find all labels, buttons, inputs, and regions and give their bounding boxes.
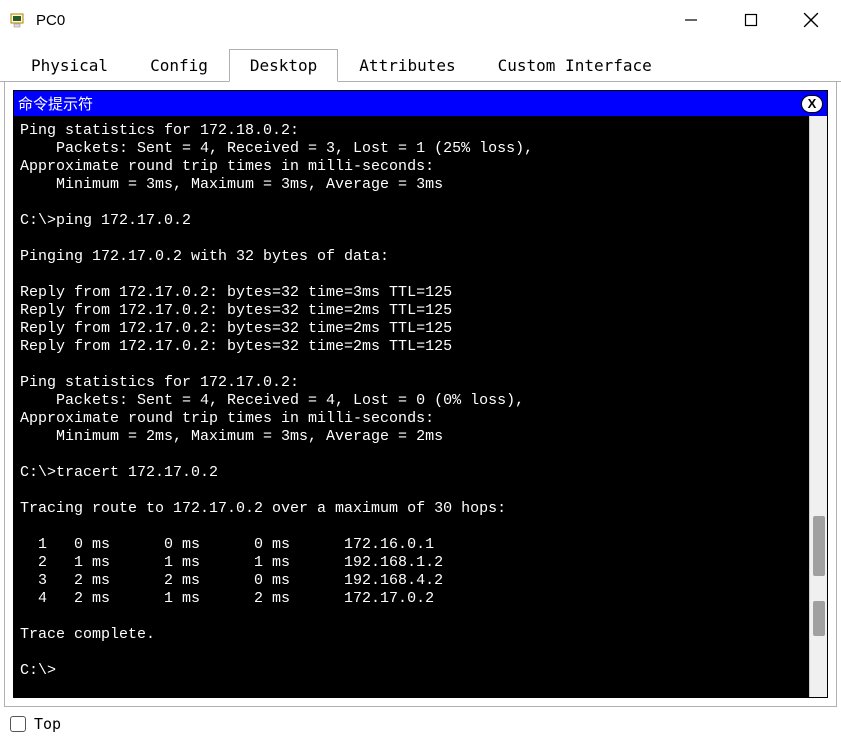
console-title: 命令提示符 [18,93,801,114]
tab-custom-interface[interactable]: Custom Interface [477,49,673,82]
tab-attributes[interactable]: Attributes [338,49,476,82]
console-titlebar: 命令提示符 X [13,90,828,116]
tab-desktop[interactable]: Desktop [229,49,338,82]
close-button[interactable] [781,0,841,40]
tab-physical[interactable]: Physical [10,49,129,82]
scrollbar-thumb[interactable] [813,516,825,576]
pc-icon [8,10,28,30]
window-controls [661,0,841,40]
console-output[interactable]: Ping statistics for 172.18.0.2: Packets:… [14,116,809,697]
tab-bar: PhysicalConfigDesktopAttributesCustom In… [0,48,841,82]
console-wrapper: Ping statistics for 172.18.0.2: Packets:… [13,116,828,698]
window: PC0 PhysicalConfigDesktopAttributesCusto… [0,0,841,741]
footer: Top [0,707,841,741]
top-checkbox[interactable] [10,716,26,732]
console-close-button[interactable]: X [801,95,823,113]
titlebar: PC0 [0,0,841,40]
desktop-content: 命令提示符 X Ping statistics for 172.18.0.2: … [4,82,837,707]
scrollbar[interactable] [809,116,827,697]
tab-config[interactable]: Config [129,49,229,82]
window-title: PC0 [36,12,65,29]
minimize-button[interactable] [661,0,721,40]
maximize-button[interactable] [721,0,781,40]
scrollbar-thumb[interactable] [813,601,825,636]
top-label: Top [34,715,61,733]
